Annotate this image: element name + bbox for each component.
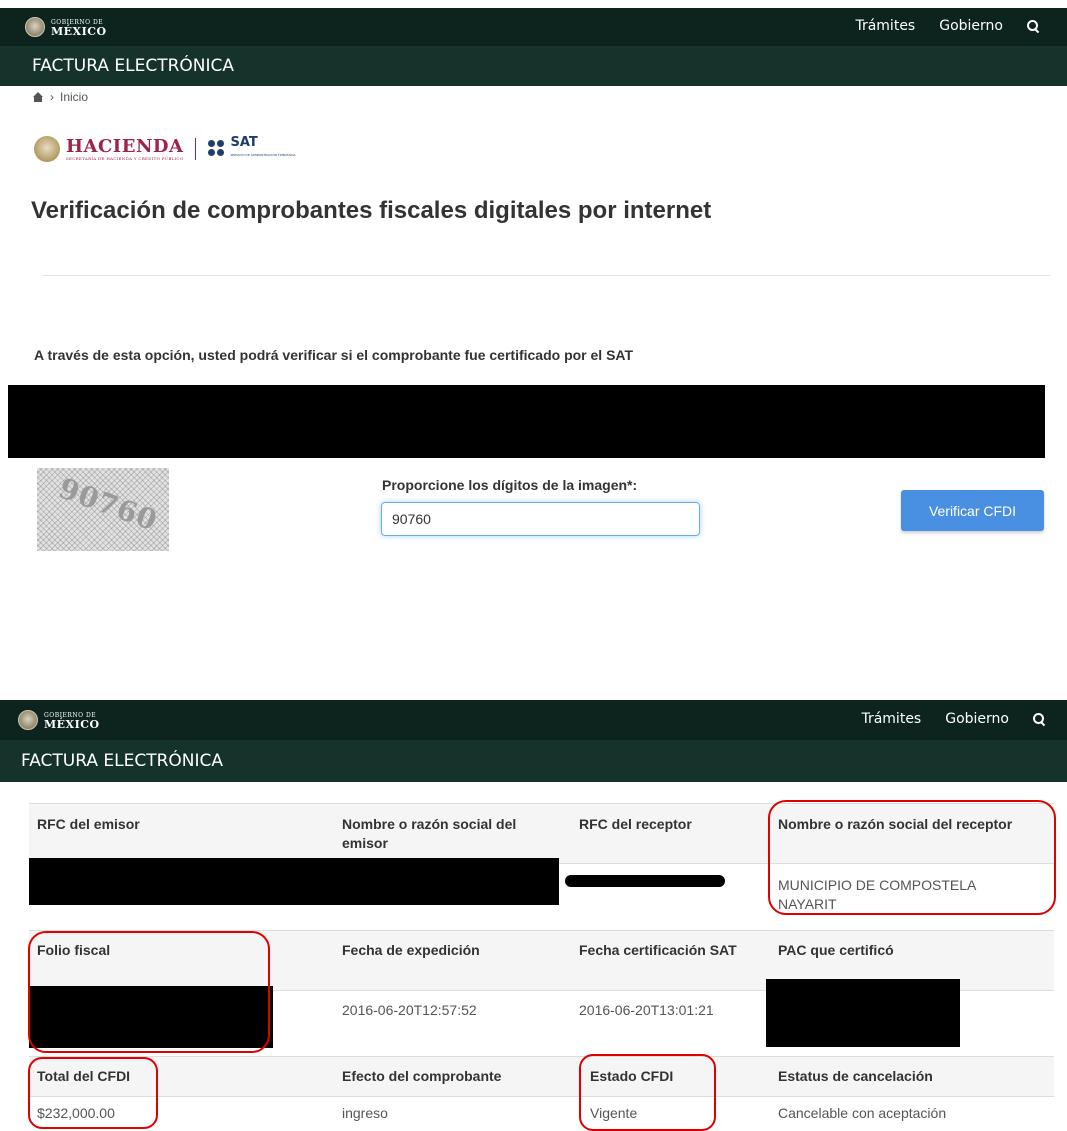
redacted-input-area [8, 385, 1045, 458]
search-icon-bottom[interactable] [1033, 713, 1045, 725]
breadcrumb-inicio-link[interactable]: Inicio [60, 90, 88, 104]
nav-tramites-link[interactable]: Trámites [855, 18, 915, 34]
redacted-rfc-emisor [29, 858, 559, 905]
hacienda-seal-icon [34, 136, 60, 162]
divider [42, 275, 1050, 276]
table-line [29, 1096, 1054, 1097]
home-icon[interactable] [32, 92, 44, 102]
nav-gobierno-link-bottom[interactable]: Gobierno [945, 711, 1009, 727]
section-title-bottom: FACTURA ELECTRÓNICA [21, 751, 224, 771]
header-nombre-emisor: Nombre o razón social del emisor [342, 816, 517, 851]
header-estatus-cancelacion: Estatus de cancelación [778, 1068, 933, 1084]
highlight-folio-fiscal [28, 931, 270, 1053]
logo-divider [195, 138, 197, 160]
gob-mx-logo[interactable]: GOBIERNO DE MÉXICO [25, 17, 107, 37]
verify-cfdi-button[interactable]: Verificar CFDI [901, 490, 1044, 531]
value-fecha-expedicion: 2016-06-20T12:57:52 [342, 1002, 477, 1018]
captcha-input[interactable] [381, 502, 700, 536]
bottom-gov-bar: GOBIERNO DE MÉXICO Trámites Gobierno [0, 700, 1067, 740]
captcha-digits: 90760 [54, 471, 162, 538]
mexico-seal-icon-bottom [18, 710, 38, 730]
table-line [29, 1056, 1054, 1057]
sat-dots-icon [208, 140, 226, 158]
header-fecha-certificacion: Fecha certificación SAT [579, 942, 737, 958]
nav-gobierno-link[interactable]: Gobierno [939, 18, 1003, 34]
header-fecha-expedicion: Fecha de expedición [342, 942, 480, 958]
value-efecto: ingreso [342, 1105, 388, 1121]
highlight-estado-cfdi [579, 1054, 716, 1131]
gob-mx-logo-bottom[interactable]: GOBIERNO DE MÉXICO [18, 710, 100, 730]
sat-logo-text: SAT [230, 135, 258, 150]
top-gov-bar: GOBIERNO DE MÉXICO Trámites Gobierno [0, 8, 1067, 46]
hacienda-logo-text: HACIENDA [66, 135, 184, 157]
bottom-section-bar: FACTURA ELECTRÓNICA [0, 740, 1067, 782]
value-fecha-certificacion: 2016-06-20T13:01:21 [579, 1002, 714, 1018]
section-title: FACTURA ELECTRÓNICA [32, 56, 235, 76]
nav-tramites-link-bottom[interactable]: Trámites [861, 711, 921, 727]
top-section-bar: FACTURA ELECTRÓNICA [0, 46, 1067, 86]
highlight-nombre-receptor [768, 800, 1056, 915]
sat-logo-subtext: SERVICIO DE ADMINISTRACIÓN TRIBUTARIA [230, 153, 296, 157]
gob-logo-big-bottom: MÉXICO [44, 717, 100, 731]
highlight-total-cfdi [28, 1057, 158, 1129]
captcha-label: Proporcione los dígitos de la imagen*: [382, 477, 638, 493]
value-estatus-cancelacion: Cancelable con aceptación [778, 1105, 947, 1121]
chevron-right-icon: › [50, 90, 54, 104]
search-icon[interactable] [1027, 20, 1039, 32]
header-rfc-receptor: RFC del receptor [579, 816, 692, 832]
redacted-pac [766, 979, 960, 1047]
gob-logo-big: MÉXICO [51, 24, 107, 38]
hacienda-logo-subtext: SECRETARÍA DE HACIENDA Y CRÉDITO PÚBLICO [66, 155, 184, 161]
header-pac: PAC que certificó [778, 942, 894, 958]
mexico-seal-icon [25, 17, 45, 37]
header-efecto: Efecto del comprobante [342, 1068, 502, 1084]
redacted-rfc-receptor [565, 875, 725, 887]
header-rfc-emisor: RFC del emisor [37, 816, 140, 832]
hacienda-sat-logos: HACIENDA SECRETARÍA DE HACIENDA Y CRÉDIT… [34, 136, 296, 162]
breadcrumb: › Inicio [32, 90, 88, 104]
intro-text: A través de esta opción, usted podrá ver… [34, 347, 634, 363]
captcha-image: 90760 [37, 468, 169, 551]
page-title: Verificación de comprobantes fiscales di… [31, 197, 712, 224]
